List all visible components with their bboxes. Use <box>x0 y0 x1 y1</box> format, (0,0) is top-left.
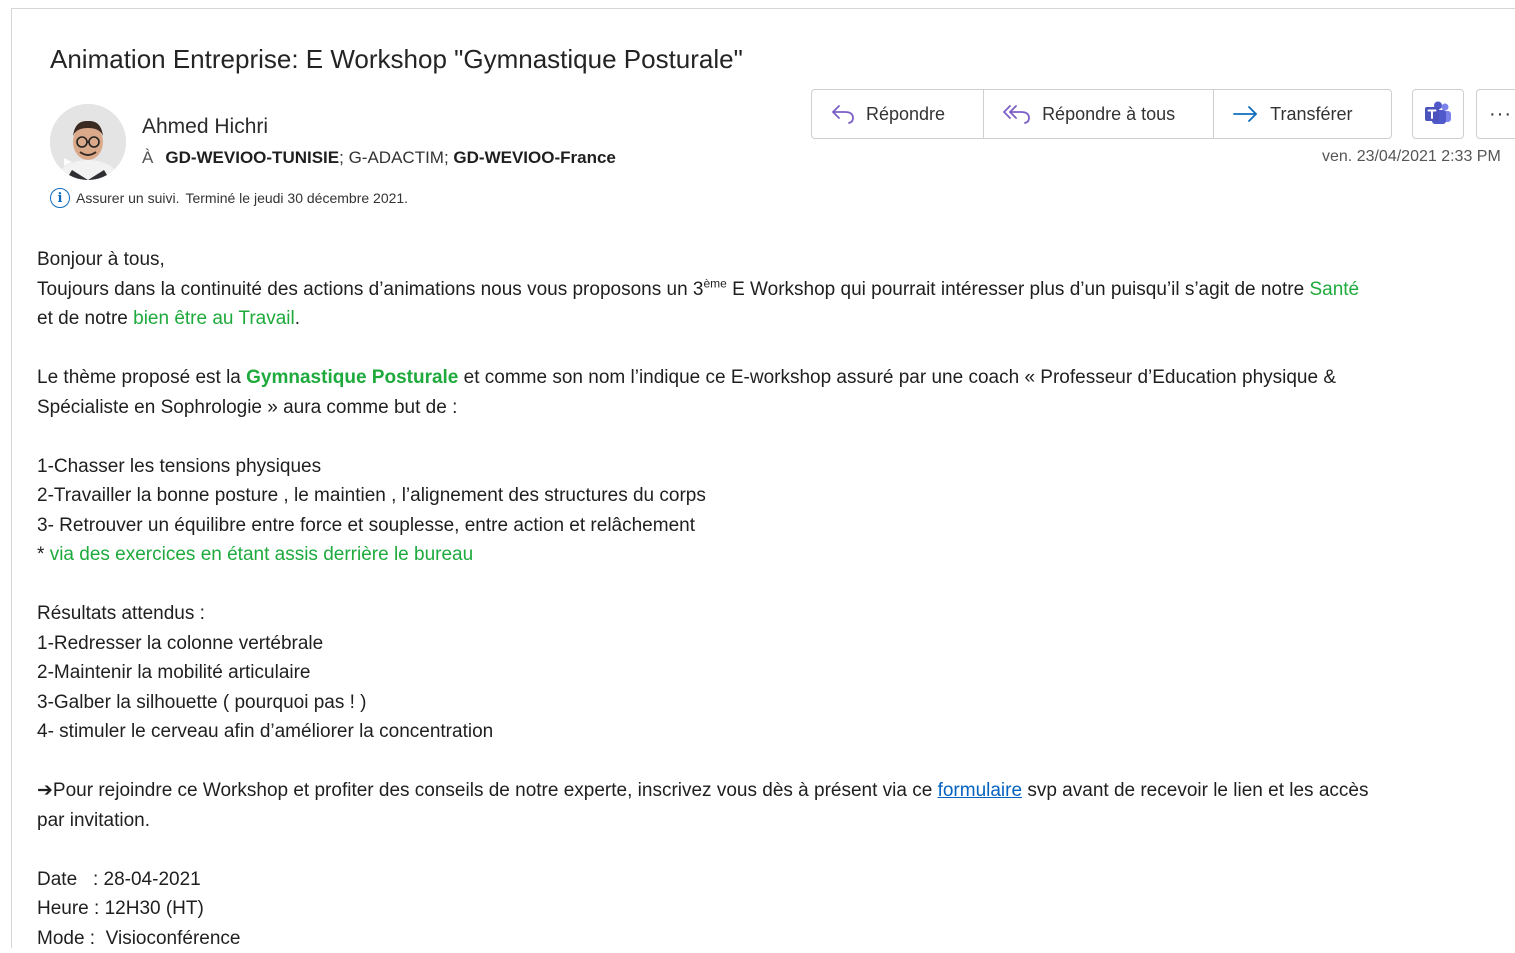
results-title: Résultats attendus : <box>37 599 1515 629</box>
reply-icon <box>830 103 856 125</box>
result-item: 4- stimuler le cerveau afin d’améliorer … <box>37 717 1515 747</box>
recipient-1[interactable]: GD-WEVIOO-TUNISIE <box>165 148 339 167</box>
body-paragraph-2: Le thème proposé est la Gymnastique Post… <box>37 363 1515 393</box>
highlight-gymnastique: Gymnastique Posturale <box>246 367 458 388</box>
reply-all-button[interactable]: Répondre à tous <box>984 90 1214 138</box>
sender-avatar[interactable] <box>50 104 126 180</box>
email-subject: Animation Entreprise: E Workshop "Gymnas… <box>50 44 743 75</box>
forward-label: Transférer <box>1270 104 1352 125</box>
recipient-3[interactable]: GD-WEVIOO-France <box>453 148 615 167</box>
avatar-photo-icon <box>50 104 126 180</box>
reply-all-label: Répondre à tous <box>1042 104 1175 125</box>
info-icon: i <box>50 188 70 208</box>
body-paragraph-2-cont: Spécialiste en Sophrologie » aura comme … <box>37 393 1515 423</box>
goal-note: * via des exercices en étant assis derri… <box>37 540 1515 570</box>
result-item: 1-Redresser la colonne vertébrale <box>37 629 1515 659</box>
more-actions-button[interactable]: ··· <box>1476 89 1515 139</box>
body-paragraph-1: Toujours dans la continuité des actions … <box>37 275 1515 305</box>
call-to-action-cont: par invitation. <box>37 806 1515 836</box>
message-actions: Répondre Répondre à tous Transférer <box>811 89 1392 139</box>
arrow-right-icon: ➔ <box>37 780 53 801</box>
text-span: Toujours dans la continuité des actions … <box>37 279 703 300</box>
forward-arrow-icon <box>1232 103 1260 125</box>
reply-all-icon <box>1002 103 1032 125</box>
result-item: 3-Galber la silhouette ( pourquoi pas ! … <box>37 688 1515 718</box>
text-span: E Workshop qui pourrait intéresser plus … <box>727 279 1310 300</box>
form-link[interactable]: formulaire <box>938 780 1022 801</box>
text-span: et de notre <box>37 308 133 329</box>
reply-button[interactable]: Répondre <box>812 90 984 138</box>
highlight-sante: Santé <box>1309 279 1359 300</box>
sender-name[interactable]: Ahmed Hichri <box>142 115 268 139</box>
text-span: Pour rejoindre ce Workshop et profiter d… <box>53 780 938 801</box>
greeting: Bonjour à tous, <box>37 245 1515 275</box>
goal-item: 1-Chasser les tensions physiques <box>37 452 1515 482</box>
call-to-action: ➔Pour rejoindre ce Workshop et profiter … <box>37 776 1515 806</box>
email-date: ven. 23/04/2021 2:33 PM <box>1322 148 1501 166</box>
superscript: ème <box>703 276 726 290</box>
event-date: Date : 28-04-2021 <box>37 865 1515 895</box>
text-span: svp avant de recevoir le lien et les acc… <box>1022 780 1368 801</box>
teams-button[interactable] <box>1412 89 1464 139</box>
to-label: À <box>142 148 153 167</box>
followup-due: Terminé le jeudi 30 décembre 2021. <box>185 190 408 206</box>
goal-item: 2-Travailler la bonne posture , le maint… <box>37 481 1515 511</box>
recipients-line: À GD-WEVIOO-TUNISIE; G-ADACTIM; GD-WEVIOO… <box>142 148 616 168</box>
goal-item: 3- Retrouver un équilibre entre force et… <box>37 511 1515 541</box>
followup-status: Assurer un suivi. <box>76 190 179 206</box>
text-span: et comme son nom l’indique ce E-workshop… <box>458 367 1336 388</box>
recipient-separator: ; <box>339 148 348 167</box>
recipient-2[interactable]: G-ADACTIM <box>349 148 444 167</box>
event-time: Heure : 12H30 (HT) <box>37 894 1515 924</box>
followup-info: i Assurer un suivi. Terminé le jeudi 30 … <box>50 188 408 208</box>
more-icon: ··· <box>1489 103 1512 126</box>
email-body: Bonjour à tous, Toujours dans la continu… <box>37 245 1515 953</box>
forward-button[interactable]: Transférer <box>1214 90 1390 138</box>
body-paragraph-1-cont: et de notre bien être au Travail. <box>37 304 1515 334</box>
recipient-separator: ; <box>444 148 453 167</box>
reply-label: Répondre <box>866 104 945 125</box>
highlight-note: via des exercices en étant assis derrièr… <box>50 544 474 565</box>
text-span: . <box>295 308 300 329</box>
event-mode: Mode : Visioconférence <box>37 924 1515 953</box>
teams-icon <box>1424 101 1452 127</box>
text-span: Le thème proposé est la <box>37 367 246 388</box>
result-item: 2-Maintenir la mobilité articulaire <box>37 658 1515 688</box>
highlight-bien-etre: bien être au Travail <box>133 308 295 329</box>
text-span: * <box>37 544 50 565</box>
